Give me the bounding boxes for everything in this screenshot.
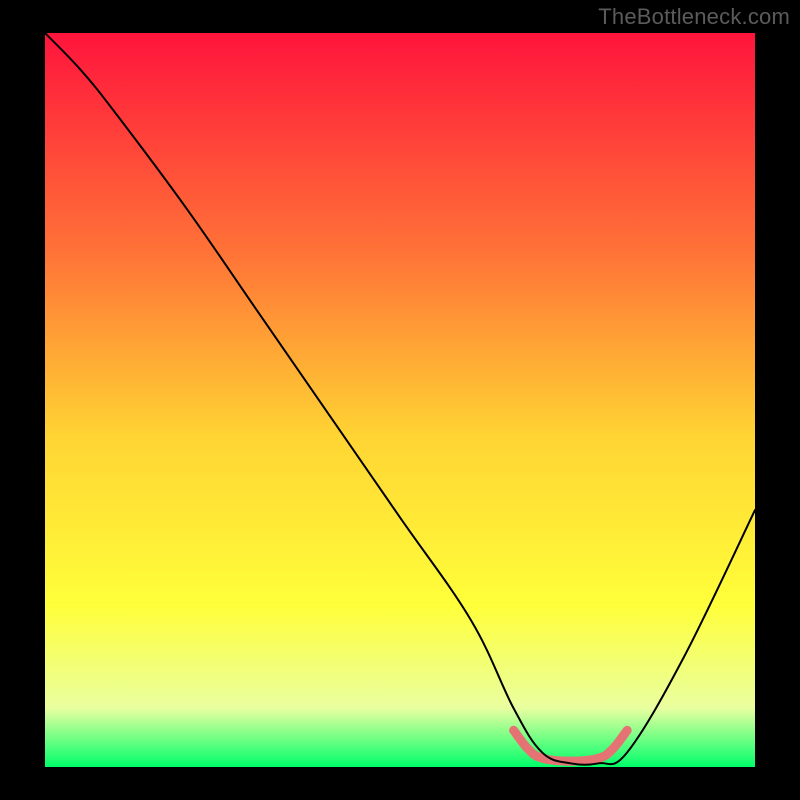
- chart-frame: TheBottleneck.com: [0, 0, 800, 800]
- plot-area: [45, 33, 755, 767]
- attribution-label: TheBottleneck.com: [598, 4, 790, 30]
- gradient-background: [45, 33, 755, 767]
- chart-svg: [45, 33, 755, 767]
